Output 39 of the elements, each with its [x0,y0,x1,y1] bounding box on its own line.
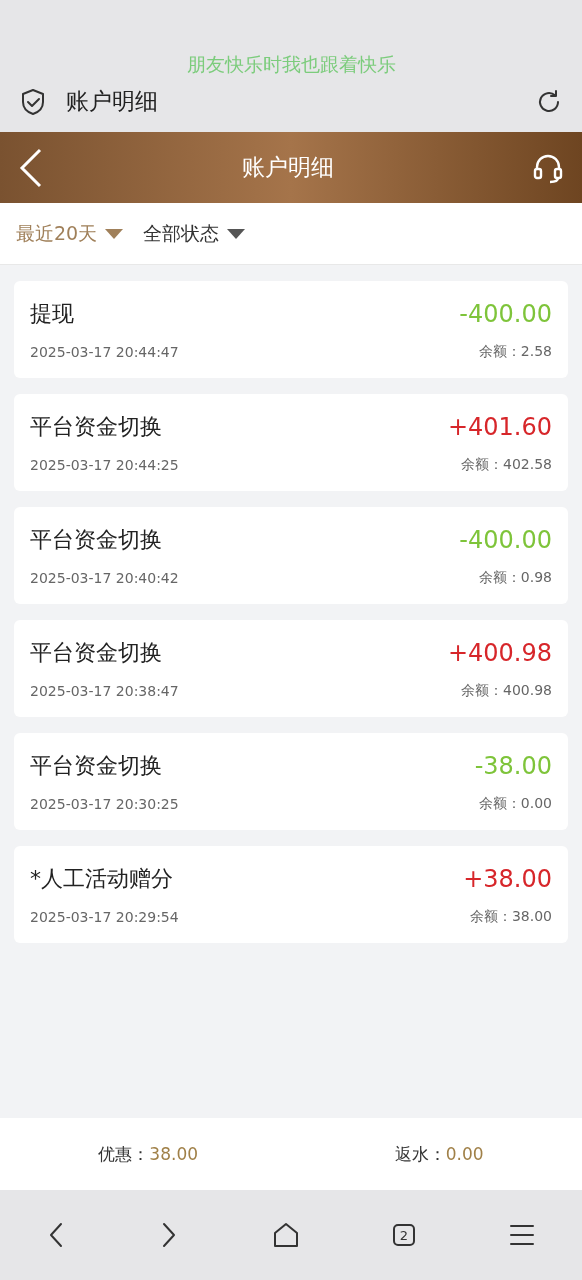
caption-text: 朋友快乐时我也跟着快乐 [186,52,396,76]
header-title: 账户明细 [242,153,334,182]
refresh-button[interactable] [536,88,562,115]
record-amount: -400.00 [459,525,552,554]
caret-icon [227,228,246,239]
shield-icon [20,87,46,116]
record-amount: -38.00 [474,751,552,780]
record-time: 2025-03-17 20:44:47 [30,343,179,360]
record-time: 2025-03-17 20:40:42 [30,569,179,586]
record-balance: 余额：38.00 [469,907,552,926]
record-title: 平台资金切换 [30,412,162,441]
record-title: 平台资金切换 [30,638,162,667]
record-title: 平台资金切换 [30,751,162,780]
record-amount: +38.00 [463,864,552,893]
record-amount: +400.98 [447,638,552,667]
home-button[interactable] [272,1221,300,1249]
page-title: 账户明细 [66,87,159,116]
record-time: 2025-03-17 20:44:25 [30,456,179,473]
record-time: 2025-03-17 20:38:47 [30,682,179,699]
filter-dropdown[interactable]: 全部状态 [143,220,246,247]
record-amount: +401.60 [447,412,552,441]
record-balance: 余额：400.98 [461,681,552,700]
record-balance: 余额：0.00 [478,794,552,813]
record-amount: -400.00 [459,299,552,328]
summary-text: 返水：0.00 [394,1142,484,1166]
record-time: 2025-03-17 20:30:25 [30,795,179,812]
summary-text: 优惠：38.00 [98,1142,199,1166]
record-title: 平台资金切换 [30,525,162,554]
record-balance: 余额：402.58 [461,455,552,474]
record-balance: 余额：0.98 [478,568,552,587]
menu-button[interactable] [507,1223,536,1247]
record-time: 2025-03-17 20:29:54 [30,908,179,925]
record-title: *人工活动赠分 [30,864,173,893]
filter-dropdown[interactable]: 最近20天 [16,220,124,247]
record-balance: 余额：2.58 [478,342,552,361]
record-title: 提现 [30,299,74,328]
caret-icon [105,228,124,239]
tabs-button[interactable]: 2 [392,1224,415,1246]
back-button[interactable] [18,147,44,188]
